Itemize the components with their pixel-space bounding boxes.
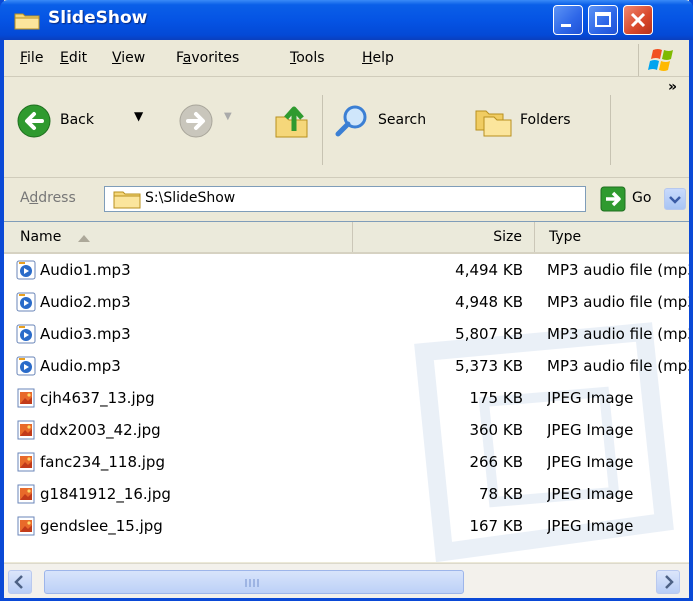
file-type: MP3 audio file (mp3) [547,293,689,311]
file-size: 5,807 KB [455,325,523,343]
address-path: S:\SlideShow [145,190,236,206]
file-name: Audio2.mp3 [40,293,131,311]
image-file-icon [16,516,36,540]
menu-bar: File Edit View Favorites Tools Help [4,40,689,77]
media-file-icon [16,260,36,284]
windows-logo [638,44,685,76]
maximize-button[interactable] [588,5,618,35]
scroll-thumb[interactable] [44,570,464,594]
menu-edit[interactable]: Edit [60,50,87,66]
back-dropdown-icon[interactable]: ▼ [134,109,143,123]
toolbar-overflow-button[interactable]: » [668,79,677,95]
table-row[interactable]: g1841912_16.jpg 78 KB JPEG Image [4,478,689,510]
file-name: Audio3.mp3 [40,325,131,343]
forward-arrow-icon [179,104,213,138]
folders-icon [475,110,512,137]
address-label: Address [20,190,76,206]
file-type: JPEG Image [547,453,634,471]
image-file-icon [16,452,36,476]
chevron-right-icon [665,575,674,589]
file-name: ddx2003_42.jpg [40,421,161,439]
table-row[interactable]: Audio1.mp3 4,494 KB MP3 audio file (mp3) [4,254,689,286]
scroll-right-button[interactable] [656,570,680,594]
file-list[interactable]: Name Size Type Audio1.mp3 4,494 KB MP3 aud… [4,221,689,562]
folders-button[interactable]: Folders [474,99,604,143]
back-button[interactable]: Back ▼ [16,99,156,143]
grip-icon [245,579,259,587]
folder-icon [14,13,40,30]
table-row[interactable]: ddx2003_42.jpg 360 KB JPEG Image [4,414,689,446]
file-size: 175 KB [469,389,523,407]
file-type: JPEG Image [547,389,634,407]
forward-button[interactable]: ▼ [178,99,248,143]
title-bar[interactable]: SlideShow [0,0,693,40]
search-button[interactable]: Search [334,99,464,143]
file-name: Audio.mp3 [40,357,121,375]
table-row[interactable]: cjh4637_13.jpg 175 KB JPEG Image [4,382,689,414]
table-row[interactable]: Audio.mp3 5,373 KB MP3 audio file (mp3) [4,350,689,382]
table-row[interactable]: gendslee_15.jpg 167 KB JPEG Image [4,510,689,542]
file-size: 360 KB [469,421,523,439]
column-size[interactable]: Size [353,222,535,252]
chevron-left-icon [14,575,23,589]
column-header: Name Size Type [4,222,689,254]
explorer-window: SlideShow File Edit View Favorites Tools… [0,0,693,601]
table-row[interactable]: Audio3.mp3 5,807 KB MP3 audio file (mp3) [4,318,689,350]
image-file-icon [16,484,36,508]
file-name: fanc234_118.jpg [40,453,165,471]
sort-ascending-icon [78,235,90,242]
file-size: 4,494 KB [455,261,523,279]
file-type: MP3 audio file (mp3) [547,261,689,279]
image-file-icon [16,388,36,412]
file-size: 167 KB [469,517,523,535]
media-file-icon [16,324,36,348]
address-bar: Address S:\SlideShow Go [4,178,689,220]
file-name: cjh4637_13.jpg [40,389,155,407]
menu-view[interactable]: View [112,50,145,66]
go-label: Go [632,190,652,206]
up-folder-icon[interactable] [272,101,312,141]
menu-help[interactable]: Help [362,50,394,66]
file-name: Audio1.mp3 [40,261,131,279]
file-size: 266 KB [469,453,523,471]
horizontal-scrollbar[interactable] [4,563,689,598]
media-file-icon [16,356,36,380]
maximize-icon [595,12,611,27]
file-name: g1841912_16.jpg [40,485,171,503]
file-type: JPEG Image [547,421,634,439]
file-type: MP3 audio file (mp3) [547,357,689,375]
toolbar-separator [610,95,611,165]
minimize-icon [561,24,571,27]
file-type: JPEG Image [547,485,634,503]
file-size: 4,948 KB [455,293,523,311]
forward-dropdown-icon[interactable]: ▼ [224,111,232,122]
menu-tools[interactable]: Tools [290,50,325,66]
address-input[interactable]: S:\SlideShow [104,186,686,212]
go-arrow-icon [600,186,626,212]
minimize-button[interactable] [553,5,583,35]
toolbar-separator [322,95,323,165]
toolbar: Back ▼ ▼ Search Folders » [4,77,689,178]
file-type: MP3 audio file (mp3) [547,325,689,343]
file-name: gendslee_15.jpg [40,517,163,535]
folder-icon [113,191,141,209]
table-row[interactable]: fanc234_118.jpg 266 KB JPEG Image [4,446,689,478]
file-size: 78 KB [479,485,523,503]
file-type: JPEG Image [547,517,634,535]
scroll-left-button[interactable] [8,570,32,594]
file-size: 5,373 KB [455,357,523,375]
column-name[interactable]: Name [4,222,353,252]
table-row[interactable]: Audio2.mp3 4,948 KB MP3 audio file (mp3) [4,286,689,318]
close-icon [630,12,646,28]
window-title: SlideShow [48,8,148,28]
menu-favorites[interactable]: Favorites [176,50,239,66]
close-button[interactable] [623,5,653,35]
menu-file[interactable]: File [20,50,43,66]
magnifier-icon [335,105,367,137]
image-file-icon [16,420,36,444]
back-arrow-icon [17,104,51,138]
windows-flag-icon [648,49,673,71]
column-type[interactable]: Type [535,222,689,252]
media-file-icon [16,292,36,316]
